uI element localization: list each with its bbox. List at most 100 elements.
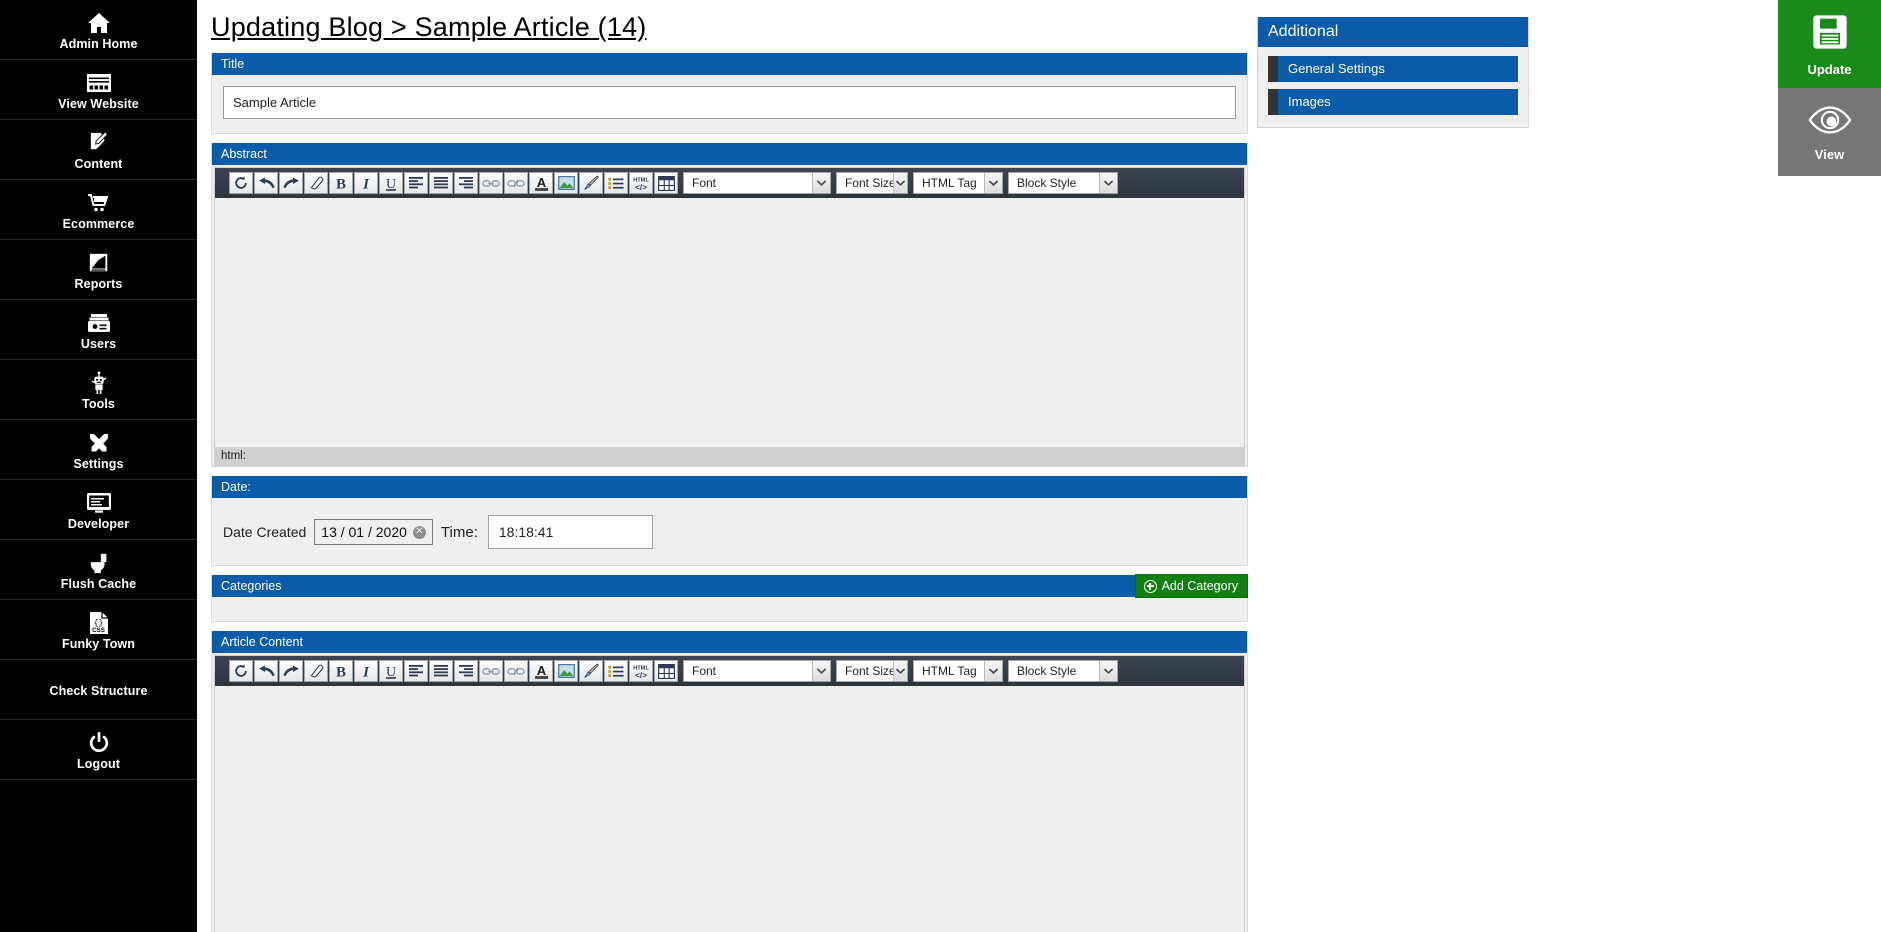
- unlink-icon[interactable]: [504, 660, 528, 682]
- sidebar-item-funky-town[interactable]: CSS{} Funky Town: [0, 600, 197, 660]
- chevron-down-icon[interactable]: [1099, 661, 1117, 681]
- undo-arrow-icon[interactable]: [254, 660, 278, 682]
- floppy-disk-icon: [1810, 12, 1850, 57]
- svg-text:{}: {}: [93, 619, 103, 628]
- insert-image-icon[interactable]: [554, 172, 578, 194]
- insert-link-icon[interactable]: [479, 660, 503, 682]
- sidebar-item-view-website[interactable]: View Website: [0, 60, 197, 120]
- article-editor-body[interactable]: [215, 686, 1244, 932]
- update-button[interactable]: Update: [1778, 0, 1881, 88]
- font-size-select[interactable]: Font Size: [836, 660, 908, 682]
- font-size-select[interactable]: Font Size: [836, 172, 908, 194]
- sidebar-item-developer[interactable]: Developer: [0, 480, 197, 540]
- time-input[interactable]: [487, 515, 653, 549]
- unlink-icon[interactable]: [504, 172, 528, 194]
- block-style-select[interactable]: Block Style: [1008, 172, 1118, 194]
- monitor-code-icon: [85, 491, 113, 515]
- title-panel: Title: [211, 53, 1248, 134]
- title-panel-header: Title: [212, 53, 1247, 75]
- add-category-button[interactable]: Add Category: [1134, 574, 1248, 598]
- block-style-select[interactable]: Block Style: [1008, 660, 1118, 682]
- article-content-panel-header: Article Content: [212, 631, 1247, 653]
- redo-arrow-icon[interactable]: [279, 660, 303, 682]
- sidebar-item-users[interactable]: Users: [0, 300, 197, 360]
- redo-circular-icon[interactable]: [229, 172, 253, 194]
- insert-table-icon[interactable]: [654, 660, 678, 682]
- chevron-down-icon[interactable]: [812, 173, 830, 193]
- sidebar-item-settings[interactable]: Settings: [0, 420, 197, 480]
- bold-icon[interactable]: B: [329, 660, 353, 682]
- insert-table-icon[interactable]: [654, 172, 678, 194]
- paint-brush-icon[interactable]: [579, 172, 603, 194]
- abstract-panel: Abstract B I U A HTML </> Font Font Size HTML Ta…: [211, 143, 1248, 467]
- bullet-list-icon[interactable]: [604, 172, 628, 194]
- chevron-down-icon[interactable]: [984, 173, 1002, 193]
- shopping-cart-icon: [85, 191, 113, 215]
- sidebar-item-tools[interactable]: Tools: [0, 360, 197, 420]
- primary-column: Title Abstract BIUAHTML</>FontFont SizeH…: [211, 53, 1248, 932]
- html-source-icon[interactable]: HTML </>: [629, 172, 653, 194]
- svg-text:A: A: [536, 175, 546, 190]
- align-right-icon[interactable]: [454, 660, 478, 682]
- italic-icon[interactable]: I: [354, 660, 378, 682]
- svg-text:A: A: [536, 663, 546, 678]
- insert-image-icon[interactable]: [554, 660, 578, 682]
- eraser-icon[interactable]: [304, 660, 328, 682]
- italic-icon[interactable]: I: [354, 172, 378, 194]
- clear-date-icon[interactable]: ✕: [412, 525, 426, 539]
- chevron-down-icon[interactable]: [812, 661, 830, 681]
- align-justify-icon[interactable]: [429, 660, 453, 682]
- html-source-icon[interactable]: HTML </>: [629, 660, 653, 682]
- sidebar-item-content[interactable]: Content: [0, 120, 197, 180]
- view-button[interactable]: View: [1778, 88, 1881, 176]
- insert-link-icon[interactable]: [479, 172, 503, 194]
- font-family-select[interactable]: Font: [683, 660, 831, 682]
- abstract-editor-body[interactable]: [215, 198, 1244, 448]
- additional-link-images[interactable]: Images: [1268, 89, 1518, 115]
- sidebar-item-admin-home[interactable]: Admin Home: [0, 0, 197, 60]
- bold-icon[interactable]: B: [329, 172, 353, 194]
- underline-icon[interactable]: U: [379, 172, 403, 194]
- html-tag-select-value: HTML Tag: [922, 664, 977, 678]
- article-editor-wrap: B I U A HTML </> Font Font Size HTML Tag Block St…: [212, 653, 1247, 932]
- sidebar-item-flush-cache[interactable]: Flush Cache: [0, 540, 197, 600]
- sidebar-item-reports[interactable]: Reports: [0, 240, 197, 300]
- redo-arrow-icon[interactable]: [279, 172, 303, 194]
- block-style-select-value: Block Style: [1017, 176, 1077, 190]
- chevron-down-icon[interactable]: [892, 661, 907, 681]
- font-size-select-value: Font Size: [845, 664, 893, 678]
- date-created-field[interactable]: 13 / 01 / 2020 ✕: [314, 519, 433, 545]
- sidebar-item-label: Reports: [74, 276, 123, 291]
- html-tag-select[interactable]: HTML Tag: [913, 660, 1003, 682]
- sidebar-item-check-structure[interactable]: Check Structure: [0, 660, 197, 720]
- sidebar-item-ecommerce[interactable]: Ecommerce: [0, 180, 197, 240]
- undo-arrow-icon[interactable]: [254, 172, 278, 194]
- align-left-icon[interactable]: [404, 660, 428, 682]
- update-button-label: Update: [1807, 61, 1852, 77]
- align-right-icon[interactable]: [454, 172, 478, 194]
- sidebar-item-logout[interactable]: Logout: [0, 720, 197, 780]
- align-left-icon[interactable]: [404, 172, 428, 194]
- chevron-down-icon[interactable]: [1099, 173, 1117, 193]
- robot-icon: [85, 371, 113, 395]
- article-editor-toolbar: B I U A HTML </> Font Font Size HTML Tag Block St…: [215, 656, 1244, 686]
- underline-icon[interactable]: U: [379, 660, 403, 682]
- additional-link-general-settings[interactable]: General Settings: [1268, 56, 1518, 82]
- paint-brush-icon[interactable]: [579, 660, 603, 682]
- svg-text:</>: </>: [635, 671, 647, 680]
- redo-circular-icon[interactable]: [229, 660, 253, 682]
- font-color-icon[interactable]: A: [529, 660, 553, 682]
- align-justify-icon[interactable]: [429, 172, 453, 194]
- chevron-down-icon[interactable]: [892, 173, 907, 193]
- eraser-icon[interactable]: [304, 172, 328, 194]
- id-card-icon: [85, 311, 113, 335]
- font-color-icon[interactable]: A: [529, 172, 553, 194]
- bullet-list-icon[interactable]: [604, 660, 628, 682]
- categories-panel-body: [212, 597, 1247, 621]
- font-family-select[interactable]: Font: [683, 172, 831, 194]
- font-family-select-value: Font: [692, 664, 717, 678]
- html-tag-select[interactable]: HTML Tag: [913, 172, 1003, 194]
- categories-heading: Categories: [221, 579, 282, 593]
- title-input[interactable]: [223, 86, 1236, 119]
- chevron-down-icon[interactable]: [984, 661, 1002, 681]
